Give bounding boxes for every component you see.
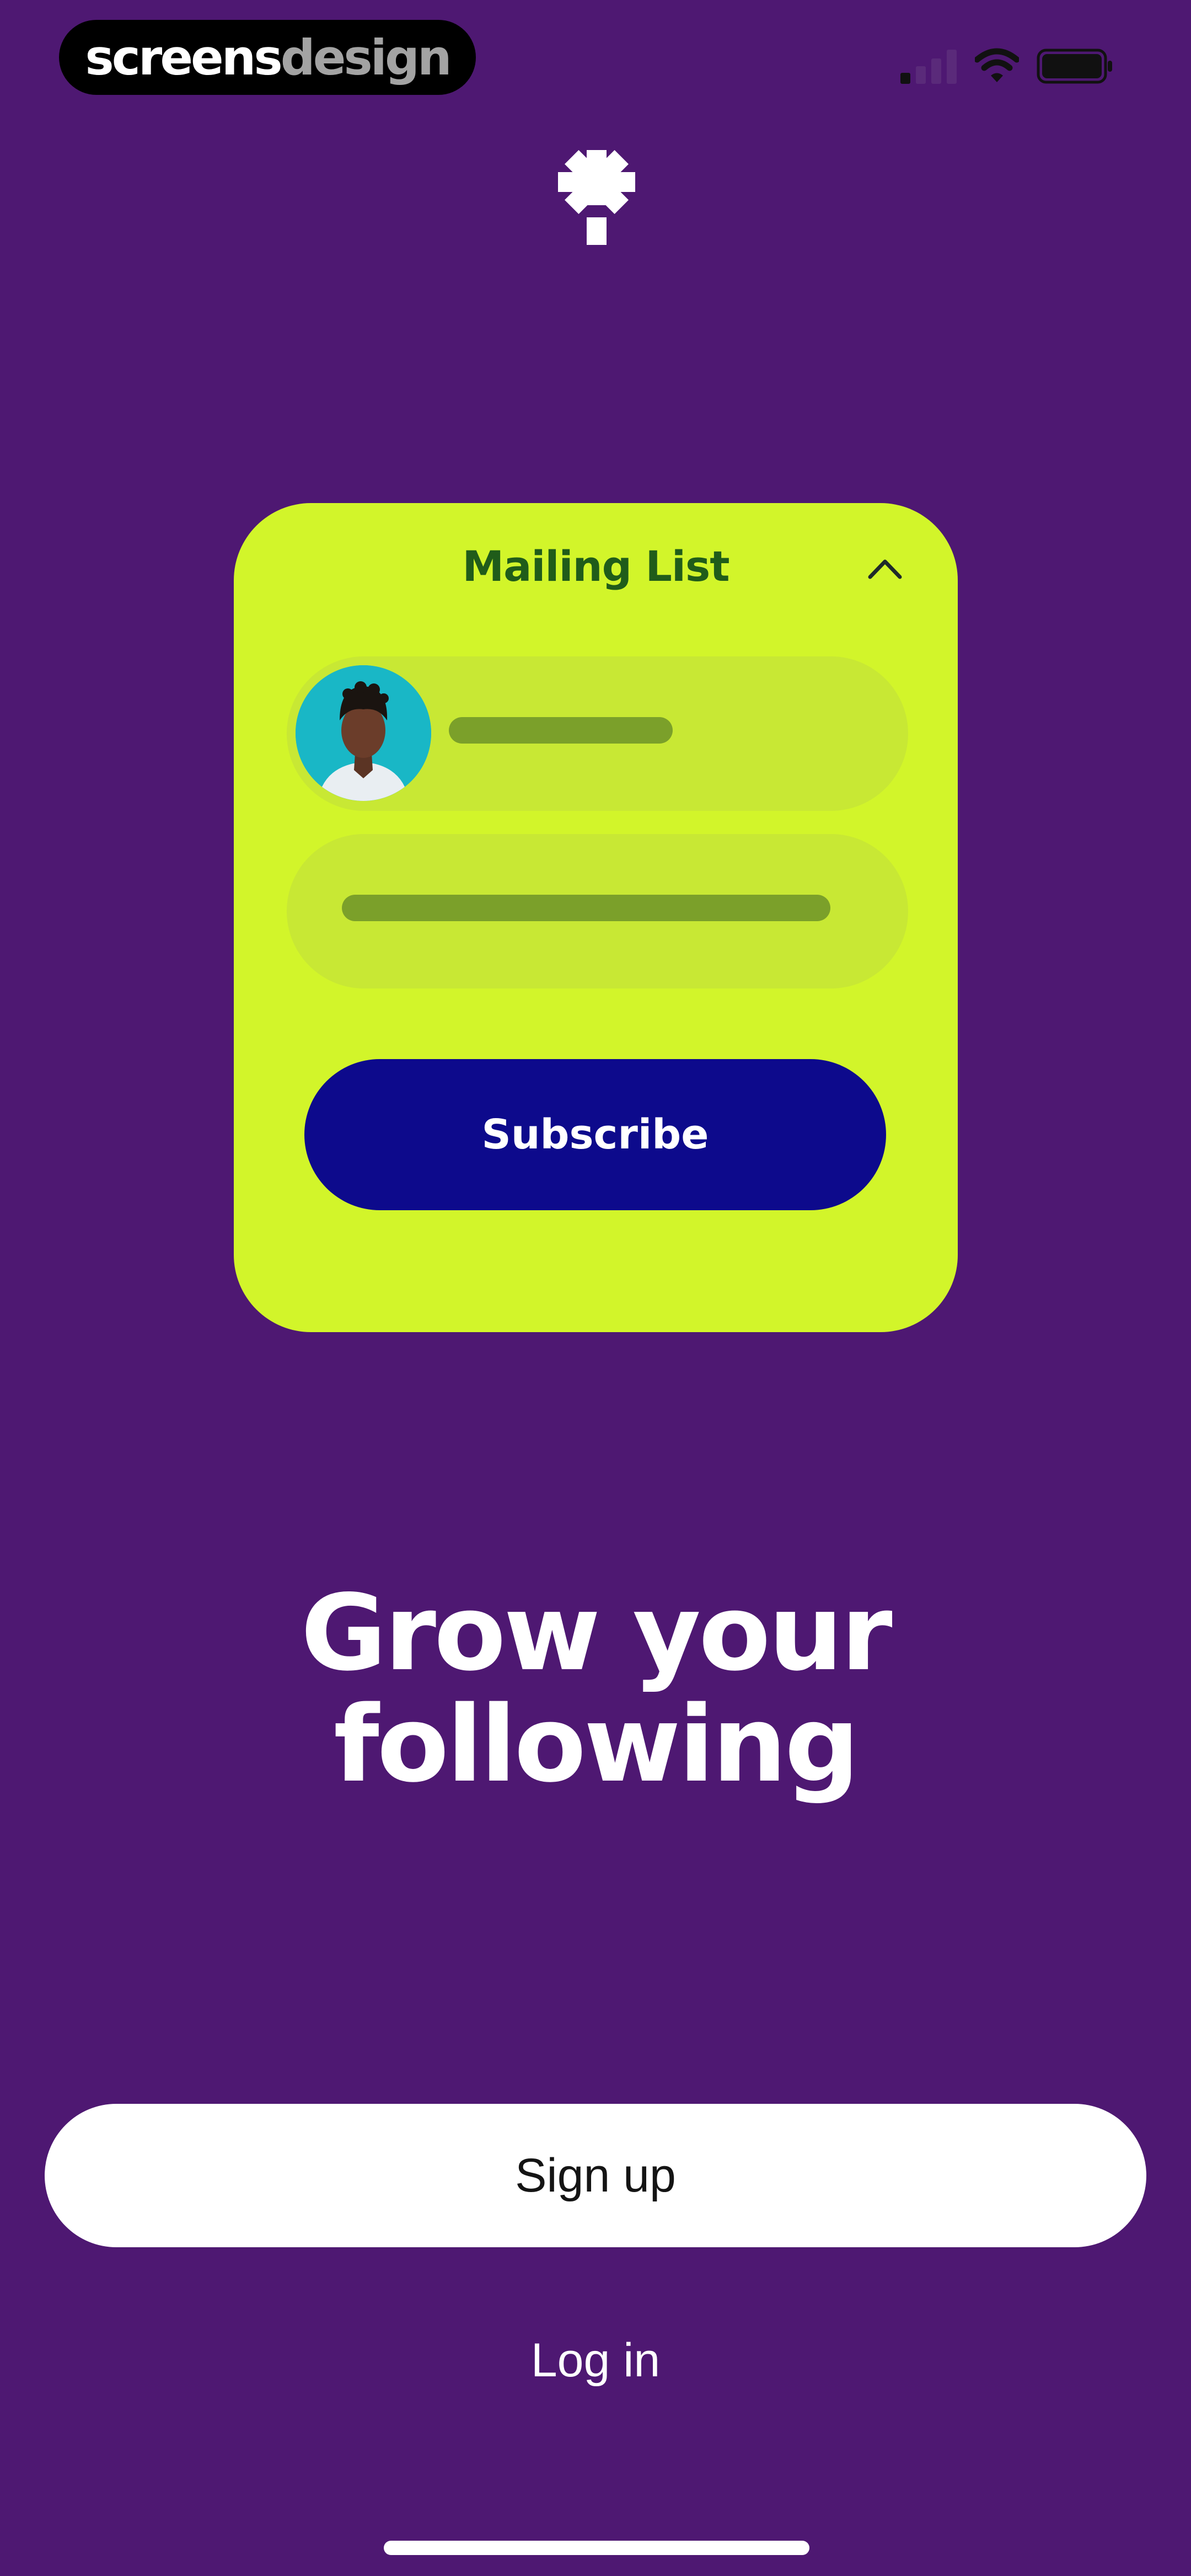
avatar [296,665,431,801]
email-placeholder-bar [342,895,830,921]
linktree-asterisk-icon [558,150,635,245]
brand-text-secondary: design [280,29,452,86]
battery-icon [1037,49,1112,84]
card-title: Mailing List [462,542,729,591]
avatar-portrait-icon [296,665,431,801]
headline: Grow your following [0,1578,1191,1800]
log-in-link[interactable]: Log in [0,2333,1191,2388]
home-indicator[interactable] [384,2541,809,2555]
sign-up-button[interactable]: Sign up [45,2104,1146,2247]
mailing-list-card: Mailing List Subscribe [234,503,958,1332]
brand-text-primary: screens [85,29,282,86]
headline-line-1: Grow your [301,1572,892,1694]
screensdesign-watermark: screens design [59,20,476,95]
cellular-signal-icon [900,50,957,84]
name-placeholder-bar [449,717,673,744]
subscribe-button[interactable]: Subscribe [304,1059,886,1210]
chevron-up-icon[interactable] [867,556,903,580]
wifi-icon [975,48,1019,82]
headline-line-2: following [334,1684,860,1805]
